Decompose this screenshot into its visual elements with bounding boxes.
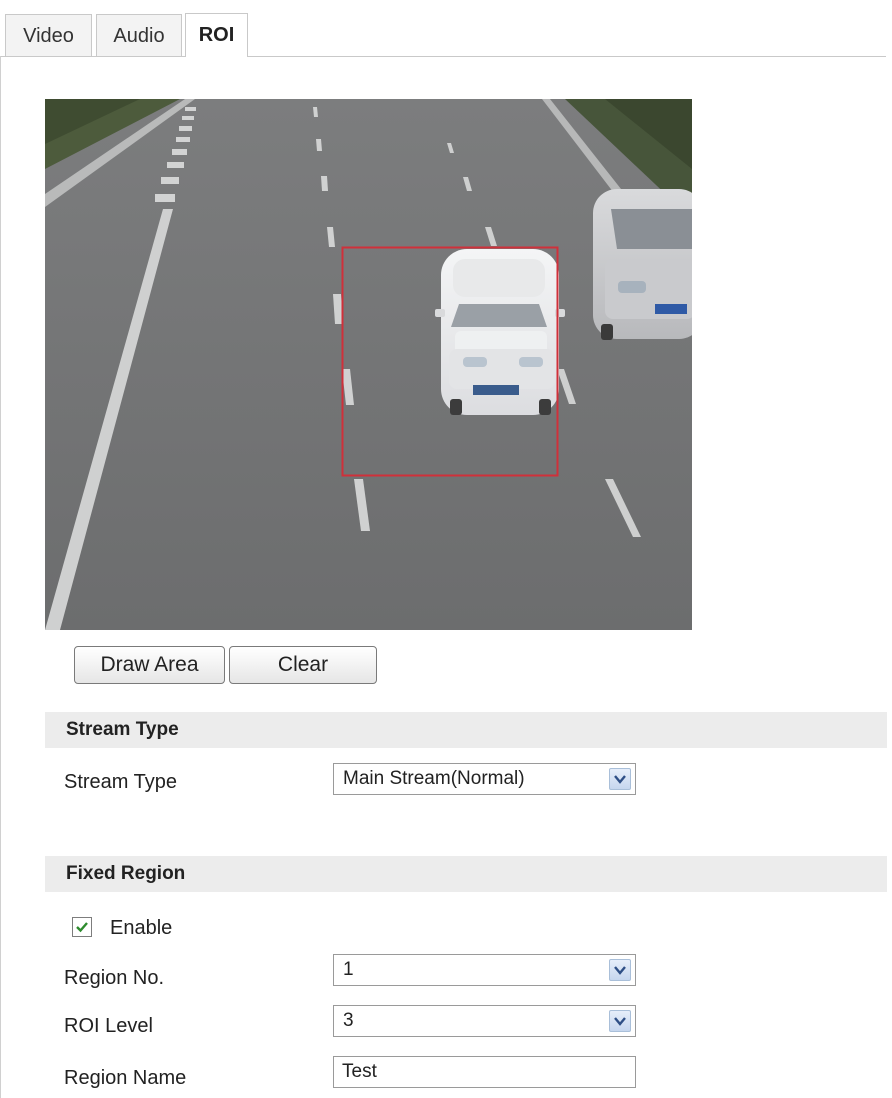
stream-type-select[interactable]: Main Stream(Normal) (333, 763, 636, 795)
tab-audio[interactable]: Audio (96, 14, 182, 56)
checkmark-icon (76, 922, 88, 933)
region-name-label: Region Name (64, 1067, 187, 1089)
fixed-region-section-header: Fixed Region (45, 856, 887, 892)
enable-label: Enable (110, 917, 173, 939)
video-preview[interactable] (45, 99, 692, 630)
roi-level-select[interactable]: 3 (333, 1005, 636, 1037)
panel-border (0, 56, 1, 1098)
region-no-select[interactable]: 1 (333, 954, 636, 986)
chevron-down-icon[interactable] (609, 768, 631, 790)
white-car-shape (435, 249, 565, 415)
tab-video[interactable]: Video (5, 14, 92, 56)
enable-checkbox[interactable] (72, 917, 92, 937)
tab-bar: Video Audio ROI (0, 0, 892, 58)
region-name-input[interactable] (333, 1056, 636, 1088)
tab-roi[interactable]: ROI (185, 13, 248, 57)
silver-car-shape (593, 189, 692, 340)
tab-divider (0, 56, 886, 57)
stream-type-section-header: Stream Type (45, 712, 887, 748)
region-no-label: Region No. (64, 967, 165, 989)
chevron-down-icon[interactable] (609, 1010, 631, 1032)
road-scene-image (45, 99, 692, 630)
stream-type-value: Main Stream(Normal) (343, 768, 525, 789)
roi-level-label: ROI Level (64, 1015, 153, 1037)
chevron-down-icon[interactable] (609, 959, 631, 981)
roi-level-value: 3 (343, 1010, 354, 1031)
stream-type-label: Stream Type (64, 771, 178, 793)
draw-area-button[interactable]: Draw Area (74, 646, 225, 684)
region-no-value: 1 (343, 959, 354, 980)
clear-button[interactable]: Clear (229, 646, 377, 684)
